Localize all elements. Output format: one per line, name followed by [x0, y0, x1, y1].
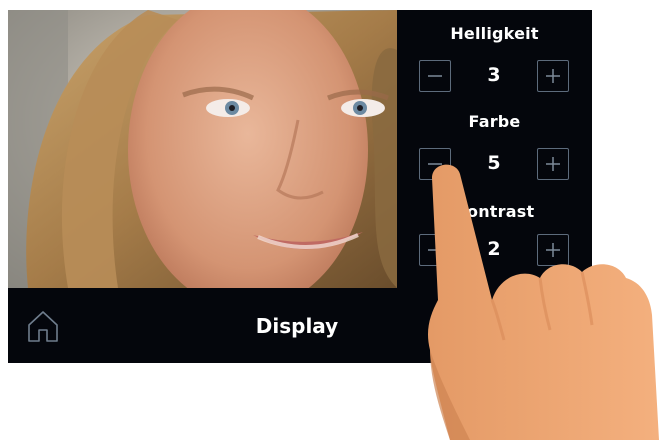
- brightness-value: 3: [487, 64, 501, 86]
- contrast-increase-button[interactable]: [537, 234, 569, 266]
- brightness-label: Helligkeit: [450, 24, 539, 43]
- plus-icon: [546, 243, 560, 257]
- brightness-decrease-button[interactable]: [419, 60, 451, 92]
- minus-icon: [428, 163, 442, 165]
- color-increase-button[interactable]: [537, 148, 569, 180]
- minus-icon: [428, 75, 442, 77]
- color-decrease-button[interactable]: [419, 148, 451, 180]
- contrast-label: Kontrast: [454, 202, 535, 221]
- contrast-value: 2: [487, 238, 501, 260]
- home-button[interactable]: [25, 308, 61, 344]
- plus-icon: [546, 69, 560, 83]
- image-settings-panel: Helligkeit 3 Farbe 5 Kontrast 2: [397, 10, 592, 288]
- contrast-decrease-button[interactable]: [419, 234, 451, 266]
- color-value: 5: [487, 152, 501, 174]
- intercom-display: Helligkeit 3 Farbe 5 Kontrast 2 Display: [8, 10, 592, 363]
- brightness-increase-button[interactable]: [537, 60, 569, 92]
- video-feed-image: [8, 10, 397, 288]
- minus-icon: [428, 249, 442, 251]
- color-label: Farbe: [468, 112, 521, 131]
- home-icon: [28, 311, 58, 342]
- bottom-bar: Display: [8, 288, 592, 363]
- video-feed: [8, 10, 397, 288]
- plus-icon: [546, 157, 560, 171]
- screen-title: Display: [255, 314, 339, 338]
